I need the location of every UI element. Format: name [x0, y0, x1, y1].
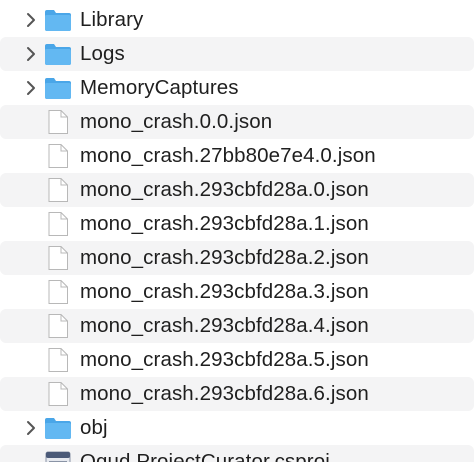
item-name: obj — [80, 416, 108, 439]
chevron-right-icon[interactable] — [22, 71, 40, 105]
document-icon — [44, 244, 72, 272]
document-icon — [44, 210, 72, 238]
folder-icon — [44, 40, 72, 68]
list-item-library[interactable]: Library — [0, 3, 474, 37]
item-name: mono_crash.293cbfd28a.1.json — [80, 212, 369, 235]
document-icon — [44, 278, 72, 306]
item-name: mono_crash.293cbfd28a.4.json — [80, 314, 369, 337]
document-icon — [44, 346, 72, 374]
item-name: mono_crash.0.0.json — [80, 110, 273, 133]
item-name: mono_crash.293cbfd28a.5.json — [80, 348, 369, 371]
file-list: Library Logs MemoryCaptures mono_crash.0… — [0, 0, 474, 462]
chevron-right-icon[interactable] — [22, 411, 40, 445]
list-item-file[interactable]: mono_crash.293cbfd28a.6.json — [0, 377, 474, 411]
list-item-file[interactable]: mono_crash.27bb80e7e4.0.json — [0, 139, 474, 173]
list-item-logs[interactable]: Logs — [0, 37, 474, 71]
list-item-file[interactable]: mono_crash.293cbfd28a.4.json — [0, 309, 474, 343]
chevron-right-icon[interactable] — [22, 3, 40, 37]
list-item-obj[interactable]: obj — [0, 411, 474, 445]
list-item-memorycaptures[interactable]: MemoryCaptures — [0, 71, 474, 105]
list-item-file[interactable]: mono_crash.293cbfd28a.0.json — [0, 173, 474, 207]
list-item-file[interactable]: mono_crash.0.0.json — [0, 105, 474, 139]
document-icon — [44, 312, 72, 340]
folder-icon — [44, 6, 72, 34]
chevron-right-icon[interactable] — [22, 37, 40, 71]
document-icon — [44, 176, 72, 204]
item-name: mono_crash.293cbfd28a.6.json — [80, 382, 369, 405]
item-name: mono_crash.293cbfd28a.2.json — [80, 246, 369, 269]
item-name: Library — [80, 8, 144, 31]
item-name: MemoryCaptures — [80, 76, 239, 99]
folder-icon — [44, 74, 72, 102]
document-icon — [44, 108, 72, 136]
item-name: Logs — [80, 42, 125, 65]
item-name: mono_crash.293cbfd28a.3.json — [80, 280, 369, 303]
list-item-file[interactable]: mono_crash.293cbfd28a.2.json — [0, 241, 474, 275]
list-item-file[interactable]: mono_crash.293cbfd28a.5.json — [0, 343, 474, 377]
item-name: Oqud.ProjectCurator.csproj — [80, 450, 330, 462]
document-icon — [44, 380, 72, 408]
item-name: mono_crash.27bb80e7e4.0.json — [80, 144, 376, 167]
list-item-file[interactable]: mono_crash.293cbfd28a.3.json — [0, 275, 474, 309]
item-name: mono_crash.293cbfd28a.0.json — [80, 178, 369, 201]
list-item-file[interactable]: mono_crash.293cbfd28a.1.json — [0, 207, 474, 241]
csproj-file-icon — [44, 448, 72, 462]
document-icon — [44, 142, 72, 170]
folder-icon — [44, 414, 72, 442]
list-item-project[interactable]: Oqud.ProjectCurator.csproj — [0, 445, 474, 462]
